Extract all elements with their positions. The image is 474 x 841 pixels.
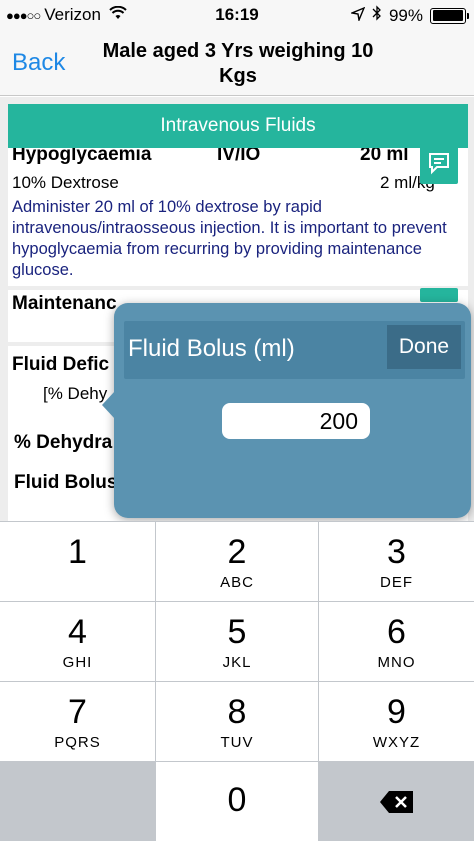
- battery-icon: [430, 7, 469, 24]
- numeric-keypad: 1 2 ABC 3 DEF 4 GHI 5 JKL 6 MNO 7 PQRS 8…: [0, 521, 474, 841]
- fluid-bolus-label: Fluid Bolus: [14, 472, 118, 493]
- key-3-letters: DEF: [380, 574, 413, 591]
- fluid-bolus-input[interactable]: 200: [222, 403, 370, 439]
- key-blank: [0, 762, 155, 841]
- key-2-letters: ABC: [220, 574, 254, 591]
- location-arrow-icon: [349, 6, 366, 26]
- section-header: Intravenous Fluids: [8, 104, 468, 148]
- maintenance-comment-button[interactable]: [420, 288, 458, 302]
- key-7-number: 7: [68, 693, 87, 731]
- dehydration-label: % Dehydra: [14, 432, 113, 453]
- key-7[interactable]: 7 PQRS: [0, 682, 155, 761]
- key-2-number: 2: [227, 533, 247, 571]
- key-5-number: 5: [227, 613, 247, 651]
- key-9[interactable]: 9 WXYZ: [319, 682, 474, 761]
- backspace-icon: [319, 790, 474, 821]
- fluid-deficit-subtitle: [% Dehy: [43, 384, 108, 403]
- key-1-number: 1: [68, 533, 87, 571]
- popover-header: Fluid Bolus (ml) Done: [124, 321, 465, 379]
- fluid-bolus-popover: Fluid Bolus (ml) Done 200: [102, 303, 471, 518]
- popover-arrow: [102, 391, 115, 419]
- hypoglycaemia-note: Administer 20 ml of 10% dextrose by rapi…: [12, 198, 447, 279]
- comment-button[interactable]: [420, 146, 458, 184]
- key-5-letters: JKL: [222, 654, 252, 671]
- key-6[interactable]: 6 MNO: [319, 602, 474, 681]
- key-8[interactable]: 8 TUV: [156, 682, 318, 761]
- fluid-deficit-title: Fluid Defic: [12, 354, 110, 375]
- navigation-bar: Back Male aged 3 Yrs weighing 10 Kgs: [0, 30, 474, 96]
- status-bar: ●●●○○ Verizon 16:19 99%: [0, 0, 474, 30]
- delete-key[interactable]: [319, 762, 474, 841]
- hypoglycaemia-fluid: 10% Dextrose: [12, 173, 119, 192]
- key-4-letters: GHI: [62, 654, 93, 671]
- key-5[interactable]: 5 JKL: [156, 602, 318, 681]
- key-6-number: 6: [387, 613, 406, 651]
- key-8-number: 8: [227, 693, 247, 731]
- hypoglycaemia-card: Hypoglycaemia IV/IO 20 ml 10% Dextrose 2…: [8, 144, 468, 286]
- comment-icon: [427, 151, 451, 180]
- maintenance-title: Maintenanc: [12, 293, 117, 314]
- key-6-letters: MNO: [377, 654, 416, 671]
- status-right: 99%: [349, 5, 469, 26]
- key-1[interactable]: 1: [0, 522, 155, 601]
- page-title: Male aged 3 Yrs weighing 10 Kgs: [102, 40, 374, 87]
- done-button[interactable]: Done: [387, 325, 461, 369]
- key-4-number: 4: [68, 613, 87, 651]
- key-0[interactable]: 0: [156, 762, 318, 841]
- key-2[interactable]: 2 ABC: [156, 522, 318, 601]
- key-4[interactable]: 4 GHI: [0, 602, 155, 681]
- key-3-number: 3: [387, 533, 406, 571]
- bluetooth-icon: [372, 5, 382, 26]
- battery-percent: 99%: [388, 5, 423, 25]
- key-0-number: 0: [227, 781, 247, 819]
- key-9-letters: WXYZ: [372, 734, 421, 751]
- key-9-number: 9: [387, 693, 406, 731]
- key-8-letters: TUV: [220, 734, 254, 751]
- popover-title: Fluid Bolus (ml): [128, 335, 295, 362]
- key-7-letters: PQRS: [54, 734, 101, 751]
- key-3[interactable]: 3 DEF: [319, 522, 474, 601]
- back-button[interactable]: Back: [12, 49, 65, 77]
